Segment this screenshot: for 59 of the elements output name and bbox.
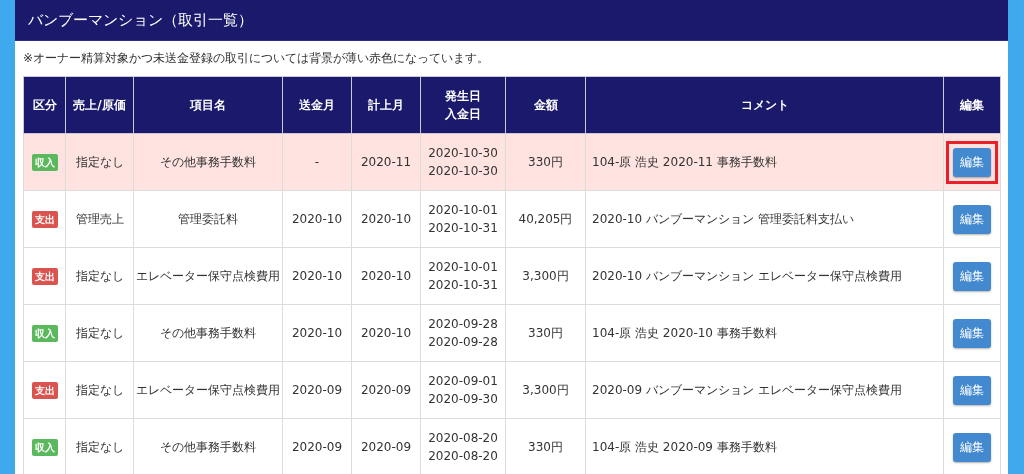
table-cell: 2020-10-01 2020-10-31: [420, 190, 506, 248]
table-cell: 2020-11: [351, 133, 421, 191]
table-cell: 指定なし: [65, 133, 134, 191]
table-cell: 2020-09: [351, 361, 421, 419]
table-cell: 2020-10-30 2020-10-30: [420, 133, 506, 191]
edit-button[interactable]: 編集: [953, 375, 991, 405]
table-cell: 2020-10: [282, 304, 352, 362]
edit-button[interactable]: 編集: [953, 432, 991, 462]
table-cell: エレベーター保守点検費用: [133, 247, 283, 305]
edit-button[interactable]: 編集: [953, 147, 991, 177]
column-header: 金額: [532, 97, 559, 114]
table-cell: エレベーター保守点検費用: [133, 361, 283, 419]
category-badge: 収入: [31, 439, 58, 456]
edit-button[interactable]: 編集: [953, 261, 991, 291]
column-header: 計上月: [367, 97, 405, 114]
table-cell: 3,300円: [505, 247, 586, 305]
category-badge: 支出: [31, 211, 58, 228]
table-cell: 指定なし: [65, 247, 134, 305]
table-cell: 2020-10: [351, 247, 421, 305]
table-cell: 管理委託料: [133, 190, 283, 248]
table-cell: 2020-10: [351, 304, 421, 362]
table-cell: 330円: [505, 133, 586, 191]
page-title: バンブーマンション（取引一覧）: [28, 10, 253, 30]
category-badge: 支出: [31, 268, 58, 285]
category-badge: 収入: [31, 325, 58, 342]
table-cell: 指定なし: [65, 361, 134, 419]
table-cell: その他事務手数料: [133, 133, 283, 191]
table-cell: 2020-10 バンブーマンション 管理委託料支払い: [585, 190, 944, 248]
category-badge: 支出: [31, 382, 58, 399]
column-header: 売上/原価: [72, 97, 127, 114]
notice-text: ※オーナー精算対象かつ未送金登録の取引については背景が薄い赤色になっています。: [23, 50, 491, 67]
column-header: 送金月: [298, 97, 336, 114]
category-badge: 収入: [31, 154, 58, 171]
column-header: 編集: [958, 97, 985, 114]
table-cell: 管理売上: [65, 190, 134, 248]
column-header: 項目名: [188, 97, 227, 114]
edit-button[interactable]: 編集: [953, 204, 991, 234]
table-cell: 2020-09: [282, 361, 352, 419]
table-cell: 104-原 浩史 2020-10 事務手数料: [585, 304, 944, 362]
table-cell: 2020-09-01 2020-09-30: [420, 361, 506, 419]
table-cell: 2020-10: [351, 190, 421, 248]
column-header: 入金日: [444, 106, 482, 123]
table-cell: -: [282, 133, 352, 191]
table-cell: 2020-09 バンブーマンション エレベーター保守点検費用: [585, 361, 944, 419]
column-header: 区分: [31, 97, 58, 114]
table-cell: 3,300円: [505, 361, 586, 419]
table-cell: 2020-09-28 2020-09-28: [420, 304, 506, 362]
table-cell: その他事務手数料: [133, 304, 283, 362]
table-cell: 2020-10 バンブーマンション エレベーター保守点検費用: [585, 247, 944, 305]
table-cell: 104-原 浩史 2020-11 事務手数料: [585, 133, 944, 191]
table-cell: 2020-10-01 2020-10-31: [420, 247, 506, 305]
edit-button[interactable]: 編集: [953, 318, 991, 348]
table-cell: 2020-10: [282, 247, 352, 305]
table-cell: 330円: [505, 304, 586, 362]
table-cell: 指定なし: [65, 304, 134, 362]
table-cell: 2020-10: [282, 190, 352, 248]
column-header: 発生日: [444, 88, 482, 105]
column-header: コメント: [739, 97, 790, 114]
table-cell: 40,205円: [505, 190, 586, 248]
